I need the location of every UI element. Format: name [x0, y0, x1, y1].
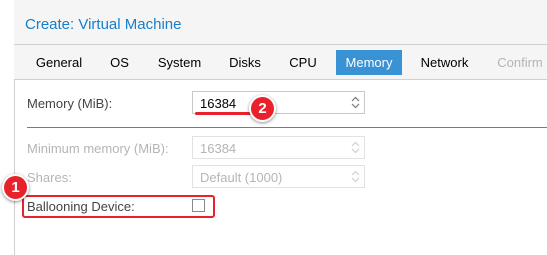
min-memory-label: Minimum memory (MiB): [27, 141, 169, 156]
annotation-badge-2: 2 [249, 95, 276, 122]
tab-general[interactable]: General [26, 50, 92, 75]
shares-input: Default (1000) [192, 165, 365, 188]
tab-system[interactable]: System [148, 50, 211, 75]
memory-value: 16384 [200, 96, 237, 111]
annotation-highlight-box [22, 195, 215, 218]
title-bar: Create: Virtual Machine [14, 0, 547, 45]
tab-cpu[interactable]: CPU [280, 50, 326, 75]
tab-memory[interactable]: Memory [336, 50, 402, 75]
shares-spinner-icon [351, 169, 360, 184]
annotation-underline [195, 112, 257, 115]
create-vm-dialog: Create: Virtual Machine General OS Syste… [0, 0, 547, 255]
dialog-title: Create: Virtual Machine [25, 16, 182, 33]
tab-network[interactable]: Network [412, 50, 477, 75]
memory-input[interactable]: 16384 [192, 91, 365, 114]
annotation-badge-1: 1 [2, 174, 29, 201]
tab-disks[interactable]: Disks [220, 50, 270, 75]
min-memory-input: 16384 [192, 136, 365, 159]
tab-confirm: Confirm [497, 55, 543, 70]
tab-os[interactable]: OS [101, 50, 138, 75]
memory-spinner-icon[interactable] [351, 95, 360, 110]
shares-label: Shares: [27, 170, 72, 185]
memory-label: Memory (MiB): [27, 96, 113, 111]
shares-value: Default (1000) [200, 170, 283, 185]
tab-strip: General OS System Disks CPU Memory Netwo… [14, 45, 547, 80]
min-memory-value: 16384 [200, 141, 237, 156]
panel-border [14, 80, 15, 255]
min-memory-spinner-icon [351, 140, 360, 155]
section-divider [27, 127, 547, 128]
